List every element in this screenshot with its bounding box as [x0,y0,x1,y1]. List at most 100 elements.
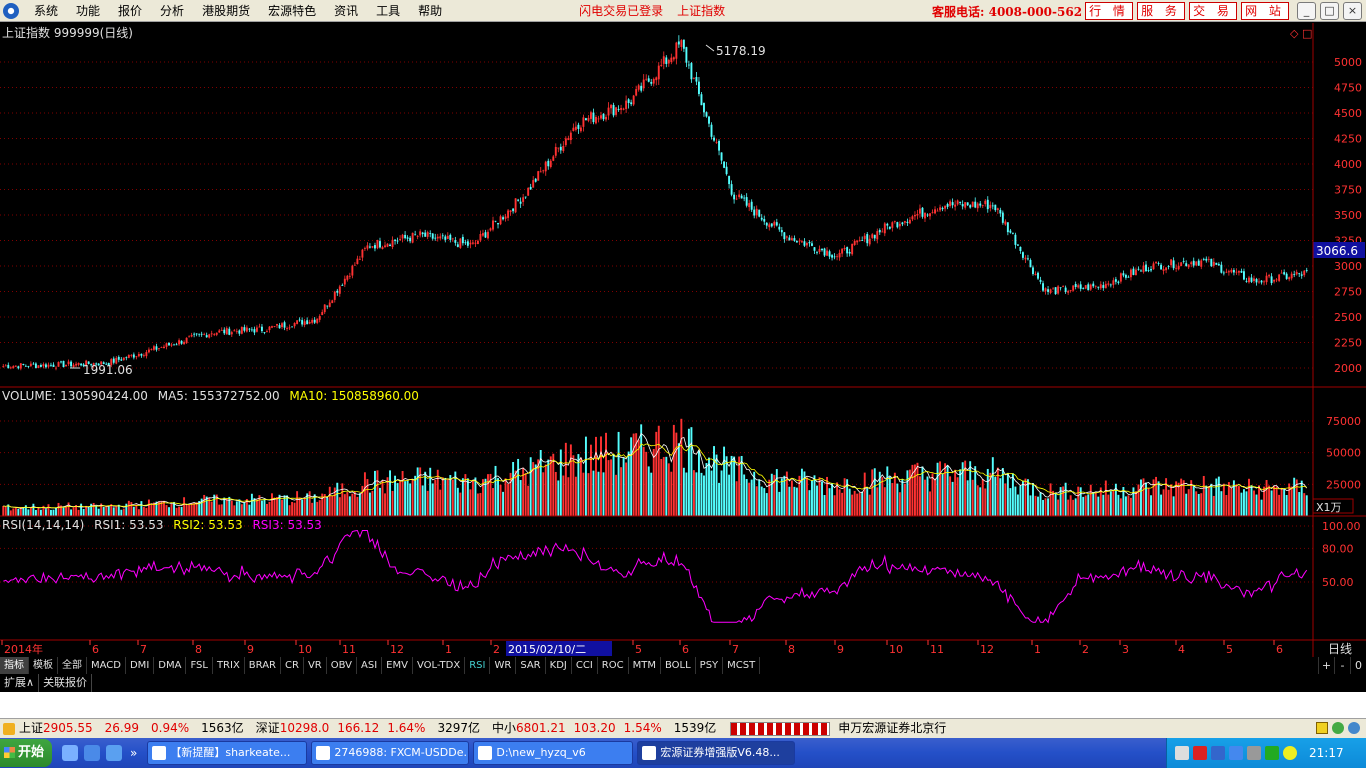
tab-roc[interactable]: ROC [598,657,629,674]
app-tray-icon[interactable] [1283,746,1297,760]
zoom-in-button[interactable]: + [1318,657,1334,674]
tab-vr[interactable]: VR [304,657,327,674]
volume-bar [617,431,620,516]
tab-brar[interactable]: BRAR [245,657,281,674]
volume-bar [1064,482,1067,516]
tab-sar[interactable]: SAR [516,657,546,674]
tab-wr[interactable]: WR [490,657,517,674]
candle-body [283,322,286,328]
candle-body [1155,262,1158,264]
period-label[interactable]: 日线 [1328,642,1352,656]
volume-bar [218,504,221,516]
zoom-reset-button[interactable]: 0 [1350,657,1366,674]
chart-area[interactable]: 5000 4750 4500 4250 4000 3750 3500 3250 3000 2750… [0,23,1366,657]
zoom-out-button[interactable]: - [1334,657,1350,674]
candle-body [1217,264,1220,266]
tab-cr[interactable]: CR [281,657,304,674]
volume-bar [956,477,959,516]
keyboard-icon[interactable] [1175,746,1189,760]
browser-icon[interactable] [106,745,122,761]
tab-asi[interactable]: ASI [357,657,383,674]
tab-dma[interactable]: DMA [154,657,187,674]
candle-body [195,333,198,335]
time-tick-label: 2015/02/10/二 [508,643,586,656]
volume-bar [1129,497,1132,516]
related-quotes-tab[interactable]: 关联报价 [39,674,93,692]
update-icon[interactable] [1265,746,1279,760]
menu-analysis[interactable]: 分析 [151,2,193,19]
task-trading-app[interactable]: 宏源证券增强版V6.48... [637,741,796,765]
tab-fsl[interactable]: FSL [186,657,213,674]
service-button[interactable]: 服 务 [1137,2,1185,20]
volume-bar [974,466,977,516]
task-browser[interactable]: 【新提醒】sharkeate... [147,741,308,765]
candle-body [828,251,831,257]
candle-body [949,201,952,207]
website-button[interactable]: 网 站 [1241,2,1289,20]
candle-body [273,325,276,327]
rsi-tick-label: 100.00 [1322,520,1361,533]
tab-boll[interactable]: BOLL [661,657,696,674]
restore-button[interactable]: □ [1320,2,1339,20]
tab-全部[interactable]: 全部 [58,657,87,674]
tab-psy[interactable]: PSY [696,657,724,674]
tab-模板[interactable]: 模板 [29,657,58,674]
candle-body [218,330,221,333]
candle-body [1129,269,1132,278]
menu-news[interactable]: 资讯 [325,2,367,19]
candle-body [803,241,806,246]
close-button[interactable]: × [1343,2,1362,20]
more-icon[interactable]: » [130,746,137,760]
notify-icon[interactable] [1316,722,1328,734]
ime-icon[interactable] [1193,746,1207,760]
task-folder[interactable]: D:\new_hyzq_v6 [473,741,634,765]
quote-button[interactable]: 行 情 [1085,2,1133,20]
volume-bar [368,492,371,516]
menu-tools[interactable]: 工具 [367,2,409,19]
menu-function[interactable]: 功能 [67,2,109,19]
task-fxcm[interactable]: 2746988: FXCM-USDDe... [311,741,470,765]
tab-dmi[interactable]: DMI [126,657,155,674]
security-icon[interactable] [1229,746,1243,760]
tab-mcst[interactable]: MCST [723,657,761,674]
network-tray-icon[interactable] [1247,746,1261,760]
desktop-icon[interactable] [62,745,78,761]
menu-bar: 系统 功能 报价 分析 港股期货 宏源特色 资讯 工具 帮助 闪电交易已登录 上… [0,0,1366,22]
candle-body [557,147,560,149]
ie-icon[interactable] [84,745,100,761]
volume-bar [630,437,633,516]
shield-icon[interactable] [1211,746,1225,760]
candle-body [1280,272,1283,274]
tab-emv[interactable]: EMV [382,657,413,674]
menu-system[interactable]: 系统 [25,2,67,19]
tab-指标[interactable]: 指标 [0,657,29,674]
tab-rsi[interactable]: RSI [465,657,491,674]
window-expand-icon[interactable]: □ [1302,27,1312,40]
tab-obv[interactable]: OBV [327,657,357,674]
window-toggle-icon[interactable]: ◇ [1290,27,1299,40]
tab-kdj[interactable]: KDJ [546,657,572,674]
trade-button[interactable]: 交 易 [1189,2,1237,20]
volume-bar [567,477,570,516]
stock-chart[interactable]: 5000475045004250400037503500325030002750… [0,23,1366,657]
volume-bar [1117,494,1120,516]
tab-cci[interactable]: CCI [572,657,598,674]
candle-body [866,234,869,244]
tab-vol-tdx[interactable]: VOL-TDX [413,657,466,674]
candle-body [444,236,447,240]
tab-macd[interactable]: MACD [87,657,126,674]
tab-trix[interactable]: TRIX [213,657,245,674]
menu-hk-futures[interactable]: 港股期货 [193,2,259,19]
minimize-button[interactable]: _ [1297,2,1316,20]
start-button[interactable]: 开始 [0,739,52,767]
menu-help[interactable]: 帮助 [409,2,451,19]
sh-pct: 0.94% [151,721,190,735]
volume-bar [70,509,73,516]
menu-quote[interactable]: 报价 [109,2,151,19]
menu-hongyuan[interactable]: 宏源特色 [259,2,325,19]
candle-body [185,337,188,344]
candle-body [851,243,854,255]
candle-body [77,362,80,365]
expand-tab[interactable]: 扩展∧ [0,674,40,692]
tab-mtm[interactable]: MTM [629,657,661,674]
